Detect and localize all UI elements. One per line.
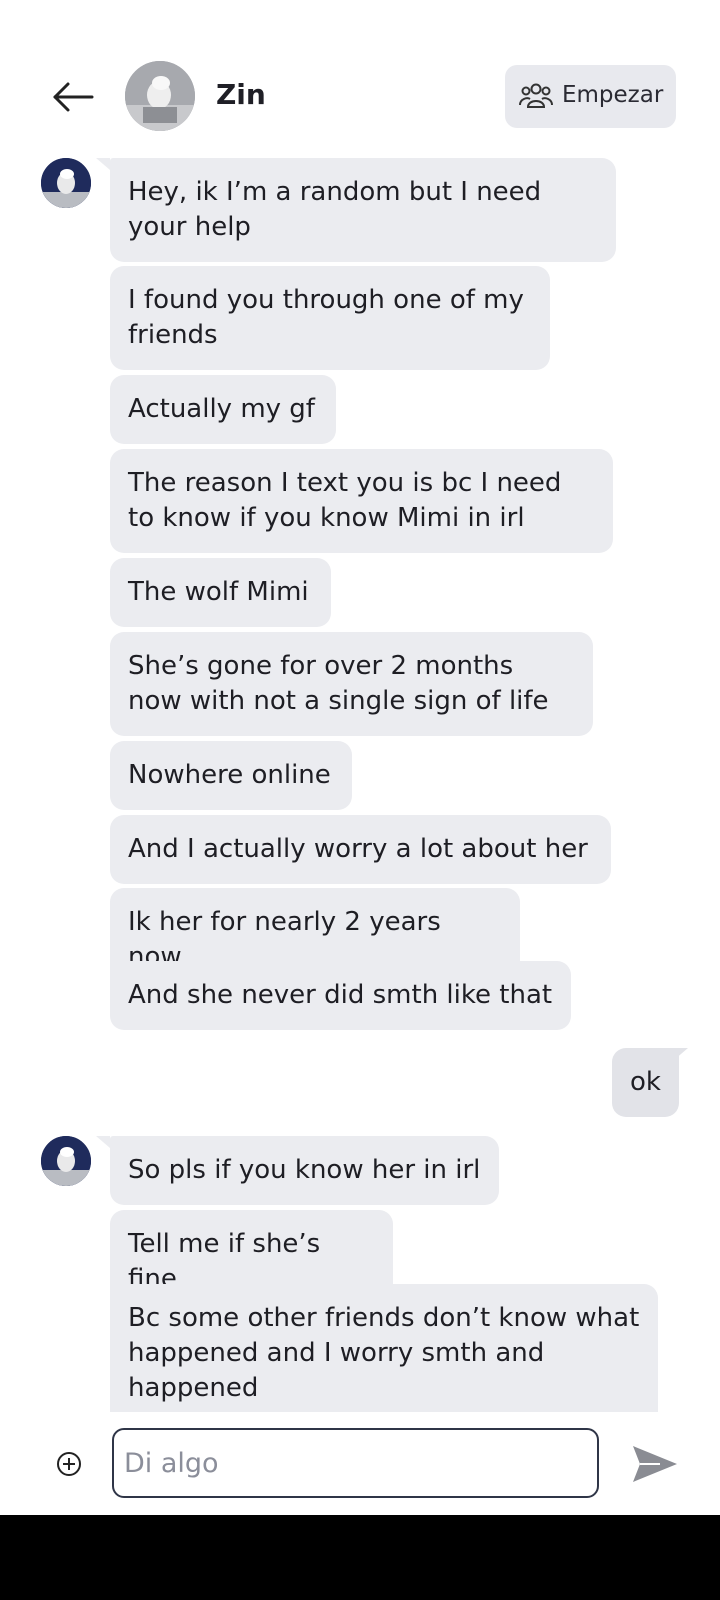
- message-bubble[interactable]: The reason I text you is bc I need to kn…: [110, 449, 613, 553]
- message-bubble[interactable]: She’s gone for over 2 months now with no…: [110, 632, 593, 736]
- bubble-tail: [96, 158, 110, 170]
- sender-avatar[interactable]: [41, 158, 91, 208]
- message-input-box[interactable]: [112, 1428, 599, 1498]
- sender-avatar[interactable]: [41, 1136, 91, 1186]
- message-input[interactable]: [114, 1430, 597, 1496]
- arrow-left-icon: [53, 82, 94, 112]
- message-bubble[interactable]: Hey, ik I’m a random but I need your hel…: [110, 158, 616, 262]
- system-navigation-bar: [0, 1515, 720, 1600]
- send-icon: [633, 1446, 677, 1482]
- add-attachment-button[interactable]: [56, 1451, 82, 1477]
- start-button-label: Empezar: [562, 82, 664, 108]
- message-bubble[interactable]: Bc some other friends don’t know what ha…: [110, 1284, 658, 1414]
- message-bubble-outgoing[interactable]: ok: [612, 1048, 679, 1117]
- message-bubble[interactable]: Nowhere online: [110, 741, 352, 810]
- message-bubble[interactable]: I found you through one of my friends: [110, 266, 550, 370]
- back-button[interactable]: [50, 78, 96, 118]
- send-button[interactable]: [630, 1443, 680, 1485]
- contact-name[interactable]: Zin: [216, 78, 266, 111]
- message-bubble[interactable]: Actually my gf: [110, 375, 336, 444]
- chat-header: Zin Empezar: [0, 0, 720, 150]
- start-button[interactable]: Empezar: [505, 65, 676, 128]
- group-icon: [519, 83, 553, 108]
- message-bubble[interactable]: The wolf Mimi: [110, 558, 331, 627]
- message-bubble[interactable]: And I actually worry a lot about her: [110, 815, 611, 884]
- message-bubble[interactable]: So pls if you know her in irl: [110, 1136, 499, 1205]
- bubble-tail: [96, 1136, 110, 1148]
- plus-circle-icon: [57, 1452, 81, 1476]
- contact-avatar[interactable]: [125, 61, 195, 131]
- message-bubble[interactable]: And she never did smth like that: [110, 961, 571, 1030]
- message-composer: [0, 1412, 720, 1515]
